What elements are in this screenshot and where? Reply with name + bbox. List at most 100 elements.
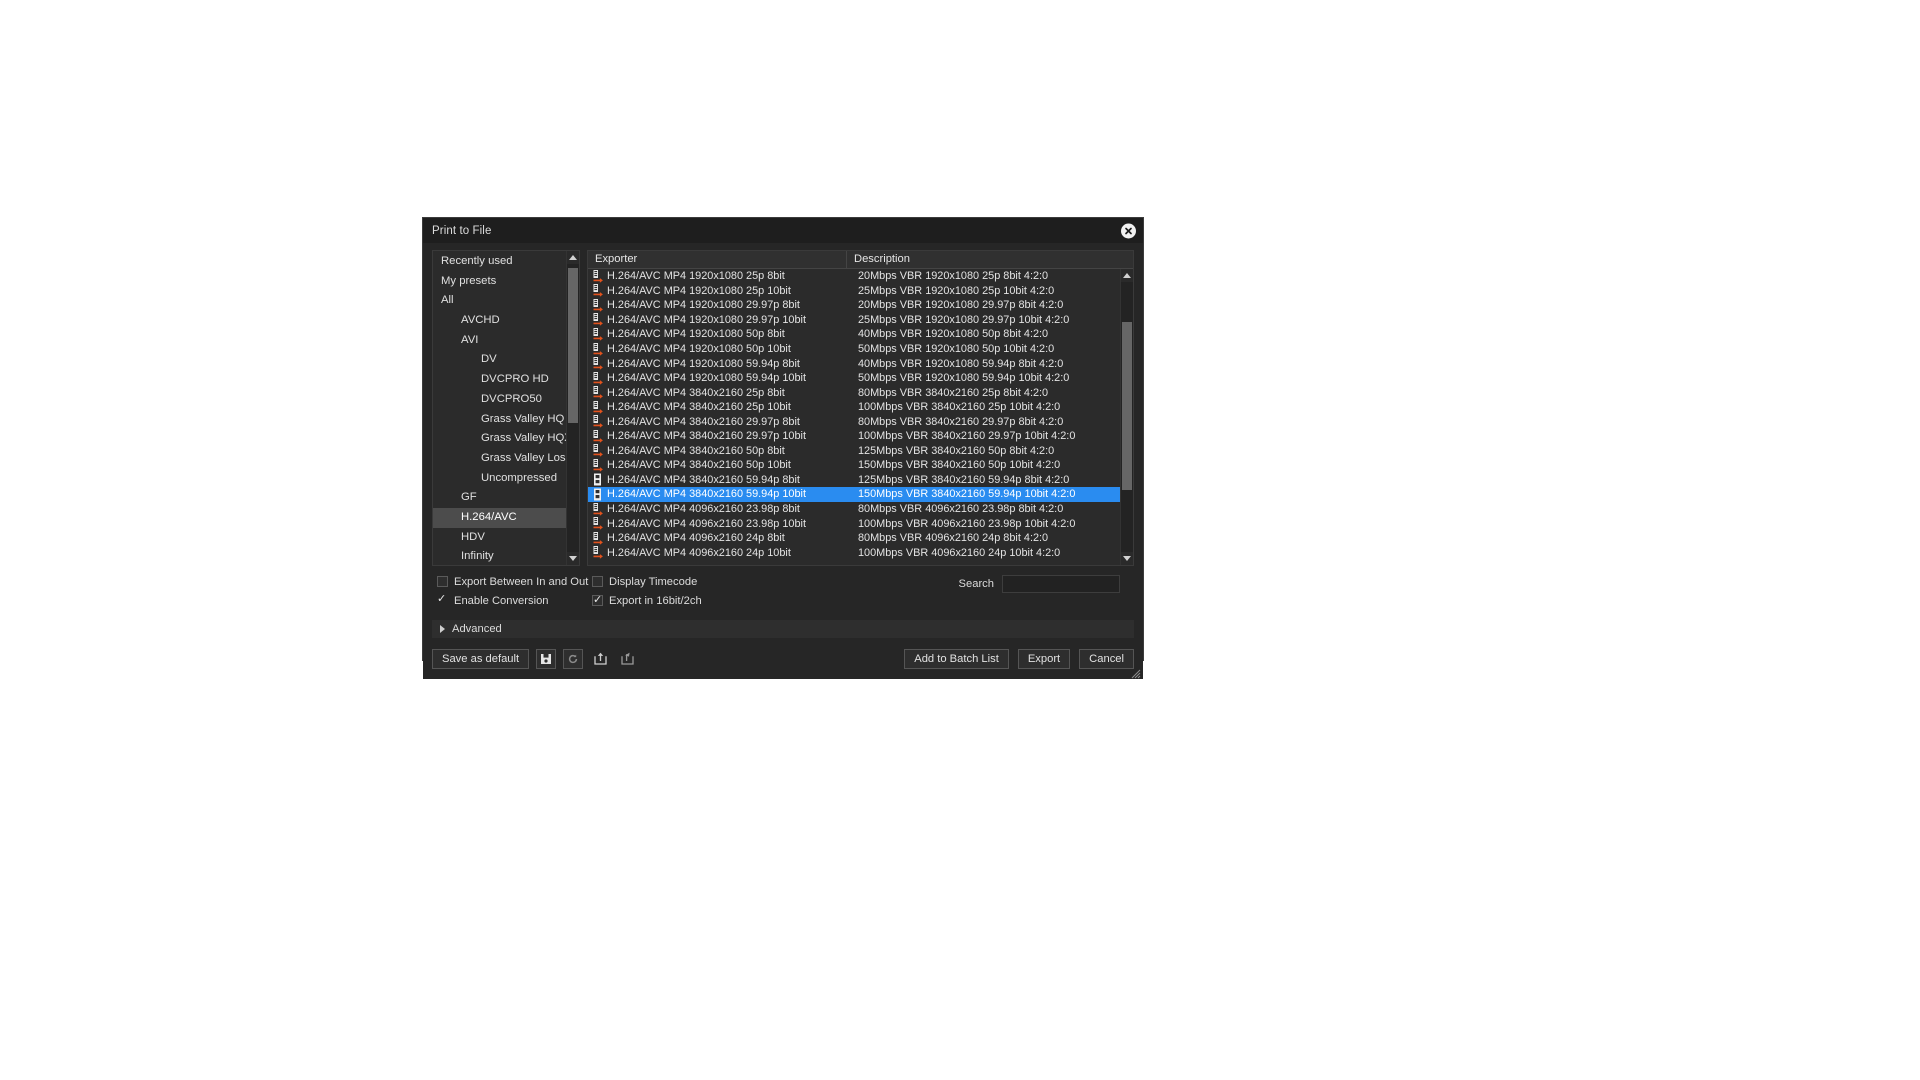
- sidebar-item-avi[interactable]: AVI: [433, 331, 566, 351]
- exporter-name: H.264/AVC MP4 1920x1080 59.94p 10bit: [607, 372, 806, 385]
- scroll-down-button[interactable]: [567, 552, 579, 565]
- table-row[interactable]: H.264/AVC MP4 1920x1080 59.94p 10bit 50Mb…: [588, 371, 1120, 386]
- sidebar-item-dvcpro-hd[interactable]: DVCPRO HD: [433, 370, 566, 390]
- column-header-exporter[interactable]: Exporter: [588, 251, 847, 268]
- exporter-name: H.264/AVC MP4 3840x2160 29.97p 10bit: [607, 430, 806, 443]
- table-row[interactable]: H.264/AVC MP4 1920x1080 50p 8bit 40Mbps V…: [588, 327, 1120, 342]
- category-tree-scrollbar[interactable]: [566, 251, 579, 565]
- column-header-description[interactable]: Description: [847, 251, 1133, 268]
- reset-preset-icon[interactable]: [563, 648, 584, 669]
- table-row[interactable]: H.264/AVC MP4 3840x2160 59.94p 8bit 125Mb…: [588, 473, 1120, 488]
- table-row[interactable]: H.264/AVC MP4 1920x1080 25p 8bit 20Mbps V…: [588, 269, 1120, 284]
- table-row[interactable]: H.264/AVC MP4 1920x1080 50p 10bit 50Mbps …: [588, 342, 1120, 357]
- scroll-up-button[interactable]: [567, 251, 579, 264]
- search-input[interactable]: [1002, 575, 1120, 593]
- exporter-list[interactable]: H.264/AVC MP4 1920x1080 25p 8bit 20Mbps V…: [588, 269, 1120, 565]
- export-16bit-2ch-checkbox[interactable]: Export in 16bit/2ch: [592, 593, 804, 608]
- table-row[interactable]: H.264/AVC MP4 4096x2160 23.98p 8bit 80Mbp…: [588, 502, 1120, 517]
- advanced-section-toggle[interactable]: Advanced: [432, 620, 1134, 638]
- scroll-track[interactable]: [567, 264, 579, 552]
- sidebar-item-all[interactable]: All: [433, 291, 566, 311]
- chevron-up-icon: [569, 255, 577, 260]
- exporter-arrow-icon: [591, 502, 605, 516]
- scroll-thumb[interactable]: [568, 268, 578, 423]
- table-row[interactable]: H.264/AVC MP4 3840x2160 25p 8bit 80Mbps V…: [588, 385, 1120, 400]
- scroll-down-button[interactable]: [1121, 552, 1133, 565]
- table-row[interactable]: H.264/AVC MP4 3840x2160 50p 8bit 125Mbps …: [588, 444, 1120, 459]
- search-area: Search: [804, 574, 1134, 618]
- checkbox-box: [437, 592, 448, 606]
- save-preset-icon[interactable]: [536, 648, 557, 669]
- exporter-arrow-icon: [591, 386, 605, 399]
- advanced-label: Advanced: [452, 623, 502, 635]
- exporter-description: 100Mbps VBR 4096x2160 23.98p 10bit 4:2:0: [858, 517, 1076, 530]
- exporter-description: 100Mbps VBR 3840x2160 25p 10bit 4:2:0: [858, 401, 1061, 414]
- sidebar-item-dvcpro50[interactable]: DVCPRO50: [433, 390, 566, 410]
- filmstrip-icon: [591, 473, 605, 486]
- table-row[interactable]: H.264/AVC MP4 4096x2160 24p 10bit 100Mbps…: [588, 545, 1120, 560]
- scroll-thumb[interactable]: [1122, 322, 1132, 490]
- table-row[interactable]: H.264/AVC MP4 1920x1080 59.94p 8bit 40Mbp…: [588, 356, 1120, 371]
- cancel-button[interactable]: Cancel: [1079, 648, 1134, 669]
- exporter-arrow-icon: [591, 415, 605, 428]
- import-preset-icon[interactable]: [590, 649, 610, 669]
- table-row[interactable]: H.264/AVC MP4 4096x2160 24p 8bit 80Mbps V…: [588, 531, 1120, 546]
- exporter-arrow-icon: [591, 400, 605, 414]
- exporter-arrow-icon: [591, 327, 605, 341]
- table-row[interactable]: H.264/AVC MP4 3840x2160 50p 10bit 150Mbps…: [588, 458, 1120, 473]
- exporter-list-pane: Exporter Description H.264/AVC MP4 1920x…: [587, 250, 1134, 566]
- table-row[interactable]: H.264/AVC MP4 3840x2160 59.94p 10bit 150M…: [588, 487, 1120, 502]
- exporter-name: H.264/AVC MP4 3840x2160 29.97p 8bit: [607, 415, 800, 428]
- exporter-name: H.264/AVC MP4 4096x2160 24p 8bit: [607, 532, 785, 545]
- table-row[interactable]: H.264/AVC MP4 3840x2160 29.97p 8bit 80Mbp…: [588, 414, 1120, 429]
- exporter-description: 80Mbps VBR 4096x2160 24p 8bit 4:2:0: [858, 532, 1049, 545]
- sidebar-item-h-264-avc[interactable]: H.264/AVC: [433, 507, 566, 528]
- exporter-description: 125Mbps VBR 3840x2160 50p 8bit 4:2:0: [858, 444, 1055, 457]
- table-row[interactable]: H.264/AVC MP4 1920x1080 29.97p 10bit 25Mb…: [588, 313, 1120, 328]
- sidebar-item-grass-valley-hq[interactable]: Grass Valley HQ: [433, 410, 566, 430]
- exporter-name: H.264/AVC MP4 1920x1080 29.97p 8bit: [607, 299, 800, 312]
- table-row[interactable]: H.264/AVC MP4 3840x2160 29.97p 10bit 100M…: [588, 429, 1120, 444]
- exporter-arrow-icon: [591, 531, 605, 545]
- scroll-track[interactable]: [1121, 282, 1133, 552]
- table-row[interactable]: H.264/AVC MP4 4096x2160 23.98p 10bit 100M…: [588, 516, 1120, 531]
- export-between-in-out-checkbox[interactable]: Export Between In and Out: [437, 574, 589, 589]
- sidebar-item-hdv[interactable]: HDV: [433, 528, 566, 548]
- sidebar-item-gf[interactable]: GF: [433, 488, 566, 508]
- exporter-description: 25Mbps VBR 1920x1080 29.97p 10bit 4:2:0: [858, 313, 1070, 326]
- category-tree[interactable]: Recently used My presets All AVCHD AVI DV DVCP…: [433, 251, 566, 565]
- table-row[interactable]: H.264/AVC MP4 3840x2160 25p 10bit 100Mbps…: [588, 400, 1120, 415]
- exporter-arrow-icon: [591, 284, 605, 298]
- table-row[interactable]: H.264/AVC MP4 1920x1080 25p 10bit 25Mbps …: [588, 284, 1120, 299]
- exporter-list-scrollbar[interactable]: [1120, 269, 1133, 565]
- export-16bit-2ch-label: Export in 16bit/2ch: [609, 594, 702, 607]
- sidebar-item-grass-valley-lossless[interactable]: Grass Valley Lossless: [433, 449, 566, 469]
- close-icon[interactable]: [1121, 223, 1136, 238]
- exporter-arrow-icon: [591, 546, 605, 559]
- chevron-down-icon: [569, 556, 577, 561]
- sidebar-item-my-presets[interactable]: My presets: [433, 272, 566, 292]
- sidebar-item-dv[interactable]: DV: [433, 350, 566, 370]
- sidebar-item-grass-valley-hqx[interactable]: Grass Valley HQX: [433, 429, 566, 449]
- options-column-middle: Display Timecode Export in 16bit/2ch: [589, 574, 804, 618]
- sidebar-item-uncompressed[interactable]: Uncompressed: [433, 469, 566, 489]
- resize-grip-icon[interactable]: [1130, 666, 1141, 679]
- table-row[interactable]: H.264/AVC MP4 1920x1080 29.97p 8bit 20Mbp…: [588, 298, 1120, 313]
- sidebar-item-infinity[interactable]: Infinity: [433, 547, 566, 565]
- sidebar-item-avchd[interactable]: AVCHD: [433, 311, 566, 331]
- display-timecode-checkbox[interactable]: Display Timecode: [592, 574, 804, 589]
- add-to-batch-list-button[interactable]: Add to Batch List: [904, 648, 1009, 669]
- export-button[interactable]: Export: [1017, 648, 1071, 669]
- export-preset-icon[interactable]: [617, 649, 637, 669]
- exporter-arrow-icon: [591, 342, 605, 356]
- exporter-name: H.264/AVC MP4 4096x2160 23.98p 10bit: [607, 517, 806, 530]
- enable-conversion-checkbox[interactable]: Enable Conversion: [437, 592, 589, 608]
- exporter-description: 80Mbps VBR 3840x2160 29.97p 8bit 4:2:0: [858, 415, 1064, 428]
- save-as-default-button[interactable]: Save as default: [432, 648, 530, 669]
- exporter-name: H.264/AVC MP4 3840x2160 50p 8bit: [607, 444, 785, 457]
- sidebar-item-recently-used[interactable]: Recently used: [433, 252, 566, 272]
- exporter-description: 100Mbps VBR 4096x2160 24p 10bit 4:2:0: [858, 546, 1061, 559]
- category-tree-pane: Recently used My presets All AVCHD AVI DV DVCP…: [432, 250, 580, 566]
- scroll-up-button[interactable]: [1121, 269, 1133, 282]
- list-wrap: H.264/AVC MP4 1920x1080 25p 8bit 20Mbps V…: [588, 269, 1133, 565]
